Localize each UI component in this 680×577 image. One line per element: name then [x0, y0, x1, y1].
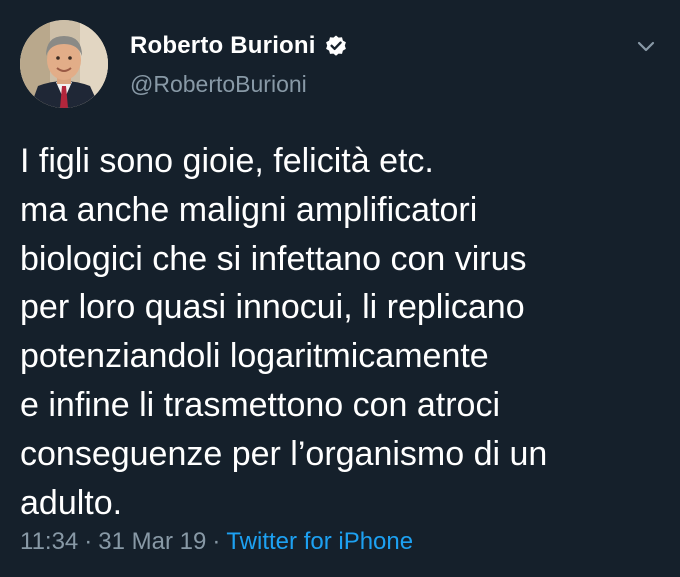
tweet-text-line: per loro quasi innocui, li replicano [20, 288, 525, 327]
tweet-text-line: e infine li trasmettono con atroci [20, 385, 501, 424]
avatar[interactable] [20, 20, 108, 108]
tweet-time[interactable]: 11:34 [20, 528, 78, 555]
chevron-down-icon[interactable] [634, 34, 658, 58]
meta-separator: · [84, 528, 93, 555]
verified-badge-icon [324, 34, 348, 58]
meta-separator: · [212, 528, 221, 555]
user-avatar [20, 20, 108, 108]
tweet-text: I figli sono gioie, felicità etc. ma anc… [20, 137, 660, 527]
tweet-meta: 11:34 · 31 Mar 19 · Twitter for iPhone [20, 528, 413, 556]
tweet-text-line: I figli sono gioie, felicità etc. [20, 142, 434, 180]
tweet-text-line: biologici che si infettano con virus [20, 239, 527, 278]
tweet-source-link[interactable]: Twitter for iPhone [226, 528, 413, 555]
tweet-text-line: conseguenze per l’organismo di un [20, 434, 548, 473]
tweet-date[interactable]: 31 Mar 19 [98, 528, 206, 555]
user-handle[interactable]: @RobertoBurioni [130, 71, 348, 98]
display-name[interactable]: Roberto Burioni [130, 32, 316, 60]
tweet-text-line: adulto. [20, 483, 123, 522]
tweet-text-line: potenziandoli logaritmicamente [20, 337, 489, 376]
tweet-text-line: ma anche maligni amplificatori [20, 190, 478, 229]
tweet-card: Roberto Burioni @RobertoBurioni I figli … [0, 0, 680, 577]
author-block[interactable]: Roberto Burioni @RobertoBurioni [130, 30, 348, 98]
name-row: Roberto Burioni [130, 30, 348, 62]
